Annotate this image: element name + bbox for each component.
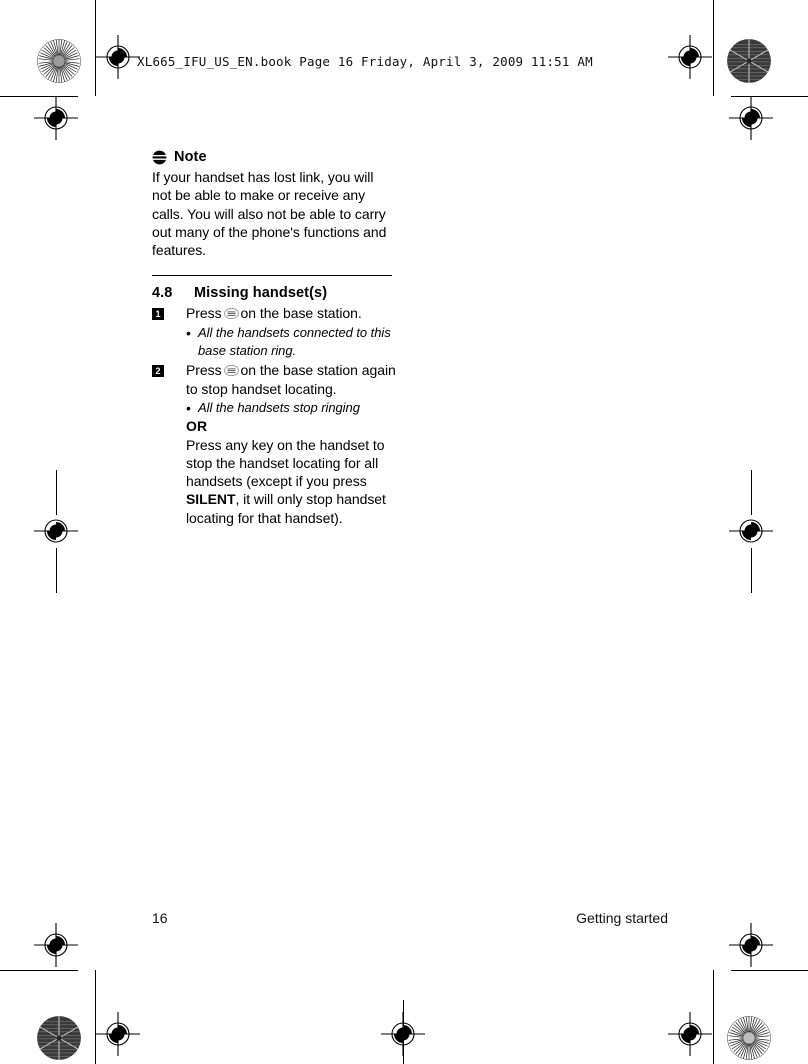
trim-line-bottom-right [731, 970, 808, 971]
alternative-text: Press any key on the handset to stop the… [186, 436, 396, 527]
trim-line-mid-right-lower [751, 548, 752, 593]
section-number: 4.8 [152, 285, 173, 302]
registration-target-bottom-left [96, 1012, 140, 1056]
trim-line-right-bottom [713, 970, 714, 1064]
paging-key-icon [223, 365, 239, 377]
trim-line-right-top [713, 0, 714, 96]
footer-section-label: Getting started [576, 910, 668, 926]
trim-line-bottom-left [0, 970, 78, 971]
note-block: Note If your handset has lost link, you … [152, 150, 396, 259]
registration-target-top-left-outer [34, 96, 78, 140]
or-label: OR [186, 418, 208, 435]
color-rosette-bottom-left [37, 1016, 81, 1060]
registration-target-mid-right [729, 509, 773, 553]
paging-key-icon [223, 308, 239, 320]
bullet-dot-icon: • [186, 399, 191, 416]
registration-target-bottom-right [668, 1012, 712, 1056]
note-heading: Note [152, 150, 396, 165]
sub-bullet-item: • All the handsets stop ringing [186, 399, 396, 417]
step-item: 2 Press on the base station again to sto… [152, 361, 396, 398]
step-item: 1 Press on the base station. [152, 304, 396, 322]
registration-target-mid-left [34, 509, 78, 553]
sub-bullet-text: All the handsets connected to this base … [198, 324, 391, 359]
registration-target-top-right-outer [729, 96, 773, 140]
sub-bullet-text: All the handsets stop ringing [198, 399, 360, 415]
section-heading: 4.8 Missing handset(s) [152, 285, 396, 301]
sub-bullet-item: • All the handsets connected to this bas… [186, 324, 396, 361]
color-rosette-bottom-right [727, 1016, 771, 1060]
step-text-before-icon: Press [186, 305, 222, 322]
registration-target-top-right [668, 35, 712, 79]
color-rosette-top-right [727, 39, 771, 83]
step-text-before-icon: Press [186, 362, 222, 379]
trim-line-mid-left-lower [56, 548, 57, 593]
silent-key-label: SILENT [186, 491, 236, 508]
registration-target-bottom-center [381, 1012, 425, 1056]
bullet-dot-icon: • [186, 324, 191, 341]
file-info-header: XL665_IFU_US_EN.book Page 16 Friday, Apr… [137, 54, 593, 69]
page-content: Note If your handset has lost link, you … [152, 150, 396, 527]
note-title: Note [174, 149, 207, 166]
alternative-block: OR Press any key on the handset to stop … [186, 417, 396, 527]
color-rosette-top-left [37, 39, 81, 83]
step-text: Press on the base station again to stop … [186, 361, 396, 398]
section-divider [152, 275, 392, 277]
step-marker: 1 [152, 308, 164, 321]
step-text-after-icon: on the base station. [240, 305, 362, 322]
note-text: If your handset has lost link, you will … [152, 169, 387, 259]
step-marker: 2 [152, 365, 164, 378]
alternative-text-part1: Press any key on the handset to stop the… [186, 436, 385, 490]
registration-target-top-left [96, 35, 140, 79]
registration-target-bottom-left-outer [34, 923, 78, 967]
step-text: Press on the base station. [186, 304, 396, 322]
note-icon [152, 150, 167, 165]
section-title: Missing handset(s) [194, 285, 328, 302]
registration-target-bottom-right-outer [729, 923, 773, 967]
